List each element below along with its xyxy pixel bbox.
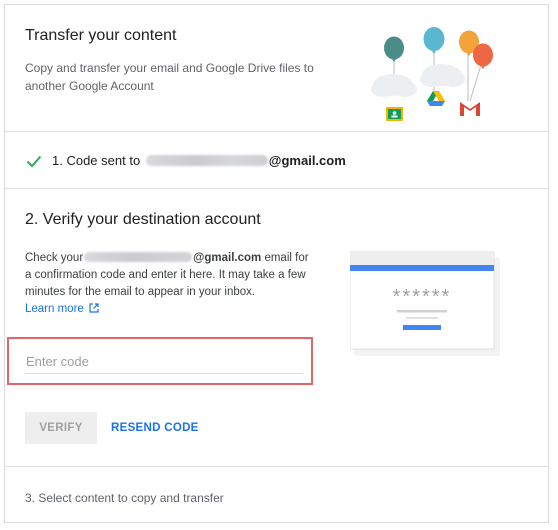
step-1-email-domain: @gmail.com — [268, 153, 346, 168]
transfer-card: Transfer your content Copy and transfer … — [4, 4, 549, 523]
resend-code-button[interactable]: RESEND CODE — [105, 412, 205, 444]
step-1-label: 1. Code sent to @gmail.com — [52, 153, 346, 168]
page-title: Transfer your content — [25, 27, 177, 44]
step-1-prefix: 1. Code sent to — [52, 153, 141, 168]
external-link-icon — [89, 303, 99, 313]
redacted-email — [145, 155, 268, 167]
instr-email-domain: @gmail.com — [193, 252, 262, 264]
step-2-title: 2. Verify your destination account — [25, 211, 261, 228]
check-icon — [26, 155, 42, 168]
transfer-header: Transfer your content Copy and transfer … — [5, 5, 548, 131]
instr-prefix: Check your — [25, 252, 84, 264]
learn-more-link[interactable]: Learn more — [25, 303, 99, 315]
masked-code-text: ****** — [393, 286, 452, 308]
step-1-row: 1. Code sent to @gmail.com — [5, 132, 548, 188]
learn-more-label: Learn more — [25, 303, 84, 315]
code-input[interactable] — [25, 349, 303, 374]
redacted-email — [84, 251, 193, 262]
page-subtitle: Copy and transfer your email and Google … — [25, 61, 314, 93]
verify-button[interactable]: VERIFY — [25, 412, 97, 444]
code-input-highlight — [7, 337, 313, 385]
step-2-section: 2. Verify your destination account Check… — [5, 189, 548, 466]
balloons-illustration — [371, 27, 493, 121]
step-3-label: 3. Select content to copy and transfer — [25, 491, 224, 505]
step-2-instructions: Check your @gmail.com email for a confirm… — [25, 250, 315, 318]
step-3-row: 3. Select content to copy and transfer — [5, 467, 548, 523]
code-email-illustration: ****** — [350, 251, 500, 356]
